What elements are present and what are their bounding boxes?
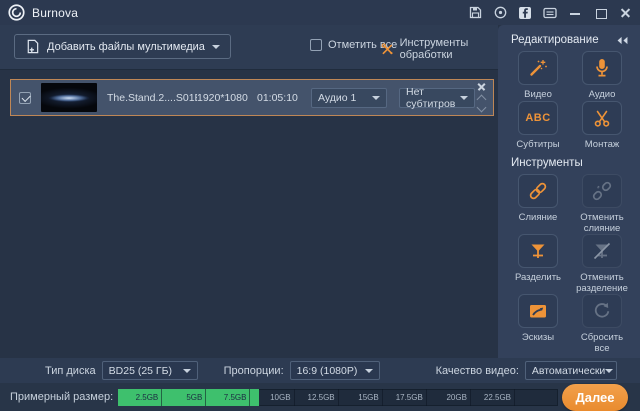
size-tick-label: 2.5GB [118, 389, 161, 406]
sidebar-item-label: Отменить слияние [575, 212, 629, 234]
settings-bar: Тип диска BD25 (25 ГБ) Пропорции: 16:9 (… [0, 358, 640, 383]
sidebar-item-label: Разделить [515, 272, 561, 284]
feedback-menu-icon[interactable] [543, 6, 557, 20]
move-down-icon[interactable] [476, 103, 486, 113]
sidebar-item-audio[interactable]: Аудио [575, 51, 629, 101]
processing-tools-button[interactable]: Инструменты обработки [381, 37, 498, 61]
file-row-checkbox[interactable] [19, 92, 31, 104]
abc-letters-icon: ABC [525, 112, 550, 124]
processing-tools-label: Инструменты обработки [400, 37, 498, 61]
file-duration: 01:05:10 [257, 92, 309, 104]
video-quality-value: Автоматически [532, 365, 605, 377]
media-file-list: The.Stand.2....S01E02.mkv 1920*1080 01:0… [0, 69, 498, 358]
sidebar-item-label: Эскизы [522, 332, 554, 344]
reset-arrow-icon [591, 300, 613, 322]
add-media-files-label: Добавить файлы мультимедиа [47, 41, 205, 53]
audio-track-dropdown[interactable]: Аудио 1 [311, 88, 387, 108]
chevron-down-icon [372, 96, 380, 100]
split-funnel-icon [527, 240, 549, 262]
magic-wand-icon [527, 57, 549, 79]
size-estimate-bar: Примерный размер: 2.5GB 5GB 7.5GB 10GB 1… [0, 383, 640, 411]
remove-file-icon[interactable] [477, 82, 486, 91]
next-button[interactable]: Далее [562, 384, 628, 411]
chevron-down-icon [212, 45, 220, 49]
add-media-files-button[interactable]: Добавить файлы мультимедиа [14, 34, 231, 59]
sidebar-item-reset[interactable]: Сбросить все [575, 294, 629, 354]
app-title: Burnova [32, 6, 78, 20]
subtitle-track-dropdown[interactable]: Нет субтитров [399, 88, 475, 108]
check-all-checkbox[interactable] [310, 39, 322, 51]
disc-type-value: BD25 (25 ГБ) [109, 365, 172, 377]
file-name: The.Stand.2....S01E02.mkv [107, 92, 197, 104]
chain-link-icon [527, 180, 549, 202]
sidebar-item-split[interactable]: Разделить [511, 234, 565, 294]
sidebar-item-merge[interactable]: Слияние [511, 174, 565, 234]
split-funnel-slash-icon [591, 240, 613, 262]
chevron-down-icon [460, 96, 468, 100]
titlebar: Burnova [0, 0, 640, 25]
disc-type-dropdown[interactable]: BD25 (25 ГБ) [102, 361, 198, 380]
size-tick-label: 22.5GB [471, 389, 514, 406]
app-logo-icon [8, 4, 25, 21]
minimize-button[interactable] [568, 6, 582, 20]
size-tick-label: 15GB [339, 389, 382, 406]
file-plus-icon [25, 39, 40, 54]
sidebar-item-unsplit[interactable]: Отменить разделение [575, 234, 629, 294]
collapse-panel-icon[interactable] [616, 36, 629, 45]
crossed-tools-icon [381, 41, 394, 57]
size-tick-label: 10GB [250, 389, 293, 406]
broken-chain-icon [591, 180, 613, 202]
aspect-ratio-label: Пропорции: [224, 365, 284, 377]
app-window: Burnova [0, 0, 640, 411]
audio-track-value: Аудио 1 [318, 92, 356, 104]
video-quality-label: Качество видео: [436, 365, 519, 377]
facebook-icon[interactable] [518, 6, 532, 20]
close-button[interactable] [618, 6, 632, 20]
thumbnail-arrow-icon [527, 300, 549, 322]
editing-section-title: Редактирование [511, 34, 599, 46]
sidebar-item-montage[interactable]: Монтаж [575, 101, 629, 151]
disc-type-label: Тип диска [45, 365, 96, 377]
sidebar-item-label: Сбросить все [575, 332, 629, 354]
file-resolution: 1920*1080 [197, 92, 257, 104]
aspect-ratio-value: 16:9 (1080P) [297, 365, 358, 377]
sidebar-item-label: Субтитры [516, 139, 559, 151]
chevron-down-icon [183, 369, 191, 373]
size-tick-label: 12.5GB [295, 389, 338, 406]
chevron-down-icon [365, 369, 373, 373]
sidebar-item-label: Видео [524, 89, 552, 101]
size-tick-label: 5GB [162, 389, 205, 406]
sidebar-item-label: Аудио [589, 89, 616, 101]
subtitle-track-value: Нет субтитров [406, 86, 460, 110]
tools-section-title: Инструменты [511, 157, 583, 169]
main-area: Добавить файлы мультимедиа Отметить все … [0, 25, 640, 358]
video-thumbnail [41, 83, 97, 112]
sidebar-item-label: Отменить разделение [575, 272, 629, 294]
maximize-button[interactable] [593, 6, 607, 20]
sidebar: Редактирование [498, 25, 640, 358]
sidebar-item-video[interactable]: Видео [511, 51, 565, 101]
size-tick-label: 7.5GB [206, 389, 249, 406]
save-project-icon[interactable] [468, 6, 482, 20]
estimated-size-label: Примерный размер: [10, 391, 113, 403]
sidebar-item-unmerge[interactable]: Отменить слияние [575, 174, 629, 234]
size-bar: 2.5GB 5GB 7.5GB 10GB 12.5GB 15GB 17.5GB … [118, 389, 558, 406]
microphone-icon [591, 57, 613, 79]
size-tick-label: 20GB [427, 389, 470, 406]
video-quality-dropdown[interactable]: Автоматически [525, 361, 617, 380]
toolbar: Добавить файлы мультимедиа Отметить все … [0, 25, 498, 69]
file-row[interactable]: The.Stand.2....S01E02.mkv 1920*1080 01:0… [10, 79, 494, 116]
scissors-icon [591, 107, 613, 129]
size-tick-label: 17.5GB [383, 389, 426, 406]
sidebar-item-label: Монтаж [585, 139, 619, 151]
aspect-ratio-dropdown[interactable]: 16:9 (1080P) [290, 361, 380, 380]
chevron-down-icon [605, 369, 613, 373]
disc-burn-icon[interactable] [493, 6, 507, 20]
sidebar-item-label: Слияние [519, 212, 558, 224]
sidebar-item-thumbnails[interactable]: Эскизы [511, 294, 565, 354]
sidebar-item-subtitles[interactable]: ABC Субтитры [511, 101, 565, 151]
